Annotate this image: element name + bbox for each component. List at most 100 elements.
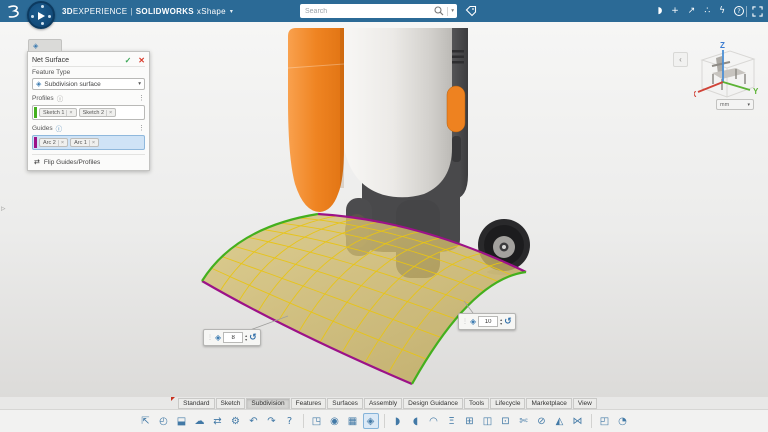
dassault-3ds-logo[interactable] — [5, 4, 22, 19]
app-title[interactable]: 3DEXPERIENCE|SOLIDWORKSxShape▾ — [62, 0, 233, 22]
toolbar-separator — [591, 414, 592, 428]
topbar-action-icons: ◗ + ↗ ∴ ϟ? — [657, 0, 744, 22]
add-content-icon[interactable]: + — [671, 6, 679, 16]
flip-icon: ⇄ — [34, 158, 40, 166]
collapse-panel-button[interactable]: ‹ — [673, 52, 688, 67]
expand-left-panel-handle[interactable]: ▹ — [1, 203, 6, 214]
selection-chip[interactable]: Arc 1× — [70, 138, 99, 147]
view-orientation-triad[interactable]: Z X Y — [694, 40, 766, 102]
guides-count-control: ⋮ ◈ ▴▾ ↺ — [458, 313, 516, 330]
surface-boundary-icon[interactable]: Ξ — [444, 413, 460, 429]
surface-offset-icon[interactable]: ◫ — [480, 413, 496, 429]
division-count-input[interactable] — [478, 316, 498, 327]
surface-thicken-icon[interactable]: ⊡ — [498, 413, 514, 429]
remove-chip-icon[interactable]: × — [66, 110, 74, 116]
search-scope-chevron-icon[interactable]: ▾ — [451, 8, 454, 14]
axis-z-label: Z — [720, 41, 725, 50]
overflow-menu-icon[interactable]: ⋮ — [138, 124, 145, 132]
selection-chip[interactable]: Sketch 2× — [79, 108, 117, 117]
profiles-input[interactable]: Sketch 1×Sketch 2× — [32, 105, 145, 120]
collaboration-icon[interactable]: ∴ — [704, 6, 710, 16]
surface-fill-icon[interactable]: ◖ — [408, 413, 424, 429]
compass-play-icon — [38, 12, 45, 20]
units-dropdown[interactable]: mm ▾ — [716, 99, 754, 110]
confirm-icon[interactable]: ✓ — [125, 56, 132, 65]
tab-subdivision[interactable]: Subdivision — [246, 398, 289, 409]
surface-sweep-icon[interactable]: ◠ — [426, 413, 442, 429]
profiles-count-control: ⋮ ◈ ▴▾ ↺ — [203, 329, 261, 346]
value-stepper[interactable]: ▴▾ — [500, 318, 502, 325]
save-icon[interactable]: ⬓ — [174, 413, 190, 429]
chevron-down-icon[interactable]: ▾ — [230, 8, 233, 15]
search-input[interactable] — [305, 8, 434, 15]
primitive-sphere-icon[interactable]: ◔ — [615, 413, 631, 429]
cloud-save-icon[interactable]: ☁ — [192, 413, 208, 429]
tab-view[interactable]: View — [573, 398, 597, 409]
value-stepper[interactable]: ▴▾ — [245, 334, 247, 341]
help-icon[interactable]: ? — [282, 413, 298, 429]
axis-y-label: Y — [753, 87, 759, 96]
tag-icon[interactable] — [465, 5, 477, 17]
tab-features[interactable]: Features — [291, 398, 327, 409]
style-subdivision-icon[interactable]: ◈ — [363, 413, 379, 429]
feature-type-select[interactable]: ◈ Subdivision surface ▾ — [32, 78, 145, 90]
guides-input[interactable]: Arc 2×Arc 1× — [32, 135, 145, 150]
drag-handle[interactable]: ⋮ — [462, 319, 468, 325]
global-search[interactable]: ▾ — [300, 4, 457, 18]
tab-surfaces[interactable]: Surfaces — [327, 398, 363, 409]
surface-untrim-icon[interactable]: ⊘ — [534, 413, 550, 429]
tab-lifecycle[interactable]: Lifecycle — [490, 398, 525, 409]
explore-sphere-icon[interactable]: ◉ — [327, 413, 343, 429]
surface-knit-icon[interactable]: ⋈ — [570, 413, 586, 429]
help-icon[interactable]: ? — [734, 6, 744, 16]
surface-loft-icon[interactable]: ◗ — [390, 413, 406, 429]
options-icon[interactable]: ⚙ — [228, 413, 244, 429]
notification-marker — [171, 397, 175, 401]
tab-tools[interactable]: Tools — [464, 398, 489, 409]
search-icon[interactable] — [434, 6, 444, 16]
division-count-input[interactable] — [223, 332, 243, 343]
surface-trim-icon[interactable]: ✄ — [516, 413, 532, 429]
flip-guides-profiles-button[interactable]: ⇄ Flip Guides/Profiles — [32, 154, 145, 166]
tab-standard[interactable]: Standard — [178, 398, 214, 409]
top-bar: 3DEXPERIENCE|SOLIDWORKSxShape▾ ▾ ◗ + ↗ ∴ ϟ? — [0, 0, 768, 22]
overflow-menu-icon[interactable]: ⋮ — [138, 94, 145, 102]
remove-chip-icon[interactable]: × — [58, 140, 66, 146]
compass-icon[interactable]: ◗ — [657, 6, 662, 16]
apps-icon[interactable]: ϟ — [719, 6, 725, 16]
feature-type-value: Subdivision surface — [44, 81, 100, 88]
remove-chip-icon[interactable]: × — [89, 140, 97, 146]
fullscreen-icon[interactable] — [752, 6, 763, 17]
selection-chip[interactable]: Sketch 1× — [39, 108, 77, 117]
import-export-icon[interactable]: ⇄ — [210, 413, 226, 429]
net-surface-icon[interactable]: ⊞ — [462, 413, 478, 429]
tab-assembly[interactable]: Assembly — [364, 398, 402, 409]
remove-chip-icon[interactable]: × — [106, 110, 114, 116]
share-icon[interactable]: ↗ — [688, 6, 696, 16]
chevron-down-icon: ▾ — [138, 81, 141, 87]
primitive-box-icon[interactable]: ◰ — [597, 413, 613, 429]
reset-icon[interactable]: ↺ — [249, 333, 257, 343]
action-bar: StandardSketchSubdivisionFeaturesSurface… — [0, 397, 768, 432]
surface-extend-icon[interactable]: ◭ — [552, 413, 568, 429]
cancel-icon[interactable]: ✕ — [138, 56, 145, 65]
reset-icon[interactable]: ↺ — [504, 317, 512, 327]
ribbon-tab-bar: StandardSketchSubdivisionFeaturesSurface… — [0, 397, 768, 409]
undo-icon[interactable]: ↶ — [246, 413, 262, 429]
brand-3d: 3D — [62, 7, 73, 16]
tab-sketch[interactable]: Sketch — [216, 398, 246, 409]
bottom-toolbar: ⇱◴⬓☁⇄⚙↶↷? ◳◉▦◈ ◗◖◠Ξ⊞◫⊡✄⊘◭⋈ ◰◔ — [0, 409, 768, 432]
history-icon[interactable]: ◴ — [156, 413, 172, 429]
dialog-tab[interactable]: ◈ — [28, 39, 62, 51]
toolbar-separator — [303, 414, 304, 428]
redo-icon[interactable]: ↷ — [264, 413, 280, 429]
3dexperience-compass[interactable] — [27, 1, 55, 29]
selection-chip[interactable]: Arc 2× — [39, 138, 68, 147]
drag-handle[interactable]: ⋮ — [207, 335, 213, 341]
tab-marketplace[interactable]: Marketplace — [526, 398, 571, 409]
display-grid-icon[interactable]: ▦ — [345, 413, 361, 429]
share-model-icon[interactable]: ⇱ — [138, 413, 154, 429]
frame-select-icon[interactable]: ◳ — [309, 413, 325, 429]
tab-design-guidance[interactable]: Design Guidance — [403, 398, 463, 409]
net-surface-preview[interactable] — [202, 214, 526, 384]
